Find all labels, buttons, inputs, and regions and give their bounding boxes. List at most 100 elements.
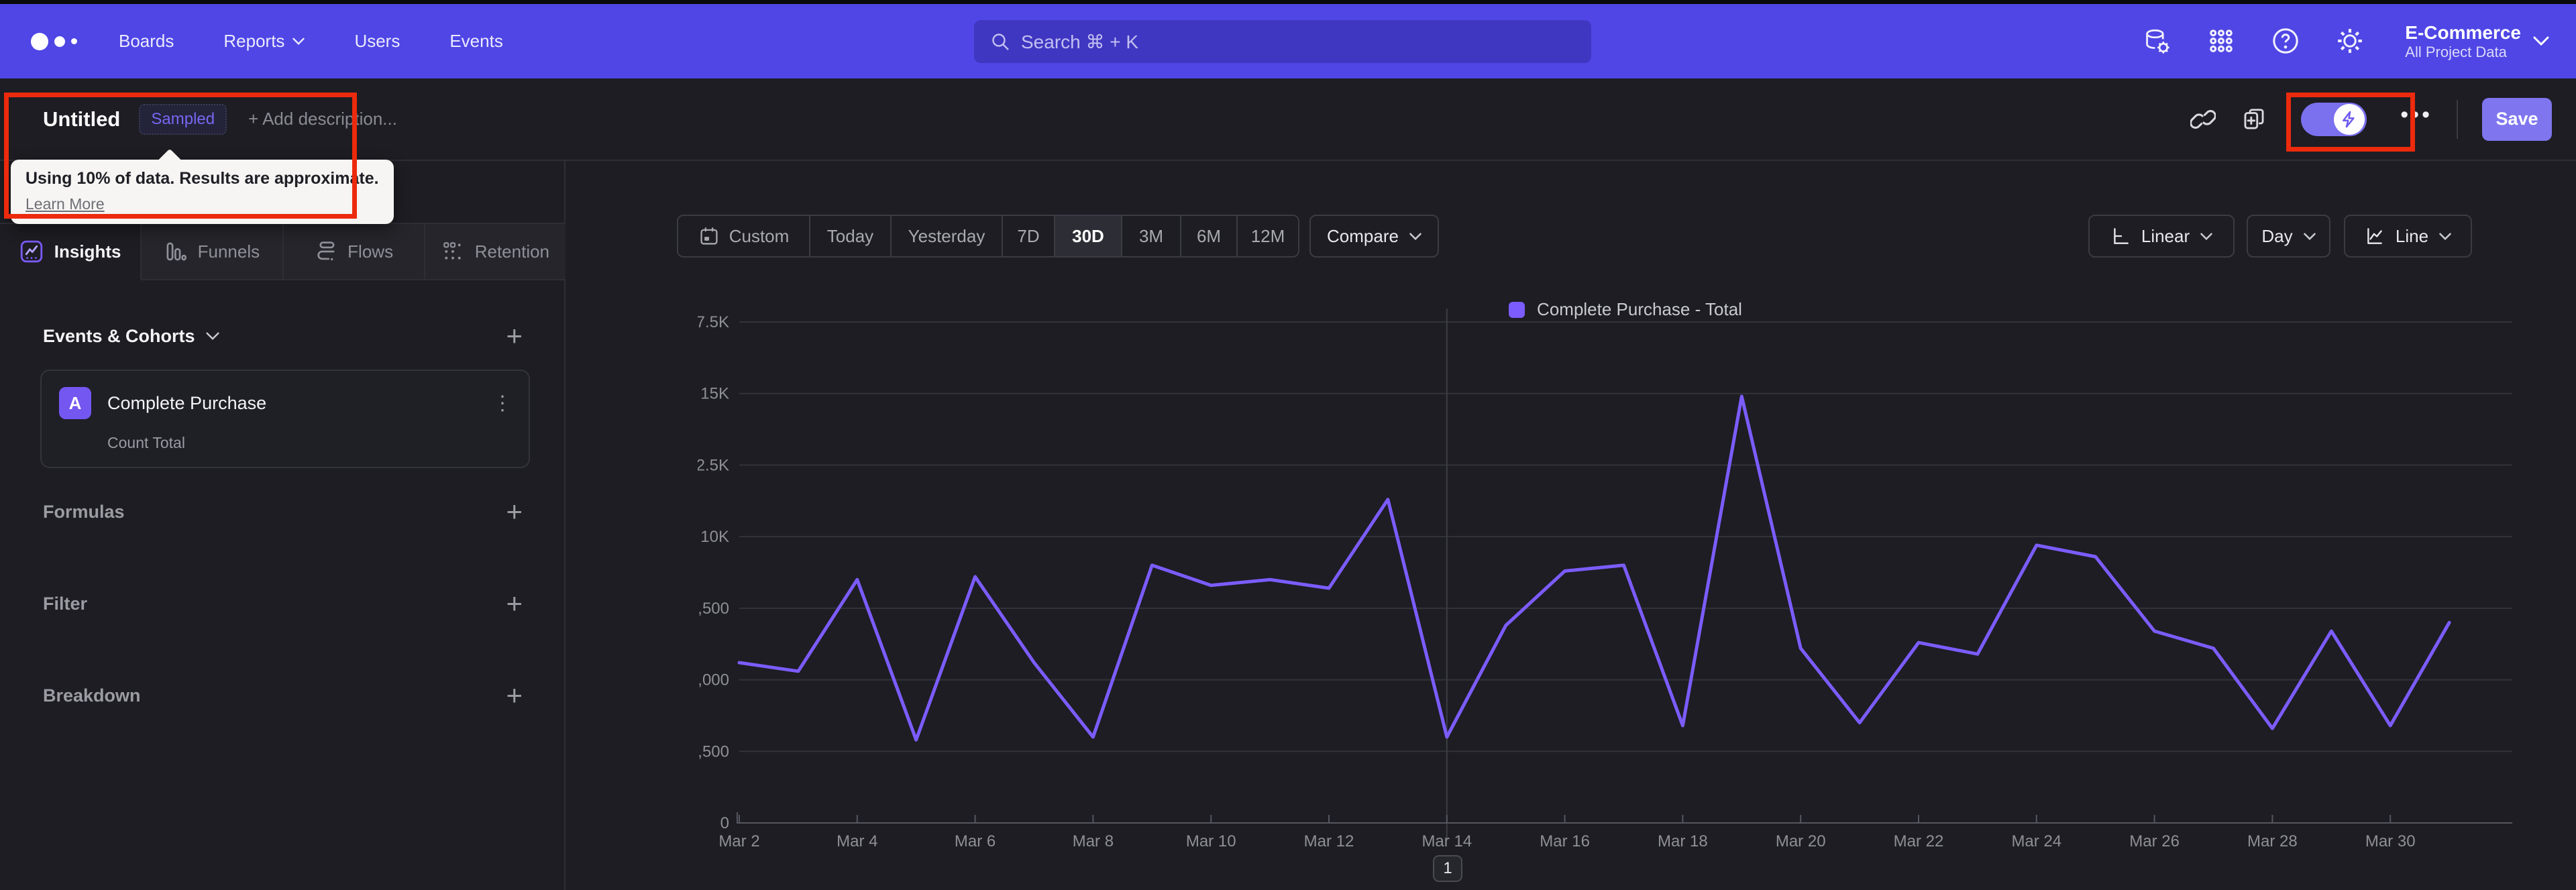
sampled-badge[interactable]: Sampled [139, 103, 227, 135]
project-name: E-Commerce [2405, 21, 2521, 43]
range-12m[interactable]: 12M [1238, 216, 1298, 256]
range-6m[interactable]: 6M [1181, 216, 1238, 256]
range-label: 12M [1250, 225, 1285, 246]
save-button[interactable]: Save [2482, 97, 2552, 141]
linear-scale-icon [2114, 228, 2129, 244]
x-axis-label: Mar 10 [1186, 832, 1236, 850]
range-yesterday[interactable]: Yesterday [892, 216, 1003, 256]
tab-label: Insights [54, 241, 121, 262]
range-label: 3M [1138, 225, 1164, 246]
pagination-page-1[interactable]: 1 [1433, 855, 1462, 882]
range-label: 30D [1072, 225, 1104, 246]
settings-gear-icon[interactable] [2335, 26, 2365, 56]
x-axis-label: Mar 6 [955, 832, 996, 850]
chevron-down-icon [2303, 232, 2316, 240]
event-name[interactable]: Complete Purchase [107, 393, 266, 414]
tab-flows[interactable]: Flows [283, 224, 425, 280]
range-3m[interactable]: 3M [1122, 216, 1181, 256]
tab-insights[interactable]: Insights [0, 224, 142, 280]
learn-more-link[interactable]: Learn More [25, 195, 105, 213]
nav-menu: Boards Reports Users Events [119, 31, 503, 52]
x-axis-label: Mar 24 [2011, 832, 2061, 850]
range-custom[interactable]: Custom [678, 216, 810, 256]
sampling-tooltip: Using 10% of data. Results are approxima… [11, 148, 394, 224]
y-axis-label: 2,500 [698, 742, 729, 761]
nav-item-boards[interactable]: Boards [119, 31, 174, 52]
query-sidebar: Insights Funnels Flows Retention Events & C… [0, 161, 566, 890]
chevron-down-icon [205, 332, 219, 340]
help-icon[interactable] [2271, 26, 2300, 56]
event-card[interactable]: A Complete Purchase ⋮ Count Total [40, 370, 530, 468]
range-label: 6M [1196, 225, 1222, 246]
add-to-board-icon[interactable] [2241, 106, 2267, 133]
tab-label: Funnels [197, 241, 260, 262]
x-axis-label: Mar 26 [2129, 832, 2180, 850]
events-cohorts-title[interactable]: Events & Cohorts [43, 326, 219, 347]
report-actions: ••• Save [2190, 97, 2552, 141]
flows-icon [317, 241, 335, 261]
add-breakdown-button[interactable]: + [506, 681, 523, 710]
range-today[interactable]: Today [810, 216, 892, 256]
range-30d[interactable]: 30D [1055, 216, 1122, 256]
event-kebab-menu[interactable]: ⋮ [492, 392, 513, 415]
tab-label: Flows [347, 241, 394, 262]
more-options-button[interactable]: ••• [2400, 103, 2432, 131]
section-formulas: Formulas + [43, 493, 523, 531]
add-filter-button[interactable]: + [506, 590, 523, 618]
nav-item-reports[interactable]: Reports [223, 31, 305, 52]
chart-type-label: Line [2395, 225, 2429, 246]
chevron-down-icon [292, 38, 305, 45]
insights-icon [20, 240, 42, 263]
range-label: Yesterday [908, 225, 985, 246]
search-input[interactable]: Search ⌘ + K [974, 20, 1591, 63]
chevron-down-icon [2439, 232, 2451, 240]
compare-button[interactable]: Compare [1309, 215, 1439, 258]
tab-retention[interactable]: Retention [425, 224, 566, 280]
section-filter: Filter + [43, 585, 523, 622]
scale-label: Linear [2141, 225, 2190, 246]
add-formulas-button[interactable]: + [506, 498, 523, 526]
copy-link-icon[interactable] [2190, 106, 2216, 133]
x-axis-label: Mar 16 [1540, 832, 1590, 850]
chevron-down-icon [2533, 36, 2549, 46]
chart-type-dropdown[interactable]: Line [2344, 215, 2472, 258]
interval-dropdown[interactable]: Day [2247, 215, 2330, 258]
nav-item-events[interactable]: Events [449, 31, 503, 52]
series-line[interactable] [737, 394, 2451, 742]
section-breakdown: Breakdown + [43, 677, 523, 714]
event-metric[interactable]: Count Total [107, 434, 513, 452]
chevron-down-icon [2200, 232, 2212, 240]
x-axis-label: Mar 14 [1421, 832, 1472, 850]
data-management-icon[interactable] [2142, 26, 2171, 56]
x-axis-label: Mar 4 [837, 832, 877, 850]
report-title[interactable]: Untitled [43, 107, 120, 131]
add-event-button[interactable]: + [506, 322, 523, 350]
search-icon [992, 34, 1009, 50]
add-description-button[interactable]: + Add description... [248, 109, 397, 129]
events-cohorts-header: Events & Cohorts + [43, 319, 523, 353]
x-axis-label: Mar 30 [2365, 832, 2416, 850]
y-axis-label: 12.5K [698, 456, 729, 474]
nav-item-label: Events [449, 31, 503, 51]
lightning-bolt-icon [2334, 103, 2365, 135]
scale-dropdown[interactable]: Linear [2088, 215, 2235, 258]
content-area: Insights Funnels Flows Retention Events & C… [0, 161, 2576, 890]
apps-grid-icon[interactable] [2206, 26, 2236, 56]
range-7d[interactable]: 7D [1003, 216, 1055, 256]
x-axis-label: Mar 22 [1894, 832, 1944, 850]
project-switcher[interactable]: E-Commerce All Project Data [2405, 22, 2549, 60]
chevron-down-icon [1409, 232, 1421, 240]
tab-funnels[interactable]: Funnels [142, 224, 284, 280]
top-nav: Boards Reports Users Events Search ⌘ + K [0, 4, 2576, 78]
section-label: Formulas [43, 501, 125, 522]
nav-item-label: Reports [223, 31, 285, 51]
interval-label: Day [2261, 225, 2293, 246]
x-axis-label: Mar 18 [1658, 832, 1708, 850]
line-chart[interactable]: 0 2,500 5,000 7,500 10K 12.5K 15K 17.5K Mar 2 Mar… [698, 295, 2549, 890]
x-axis-label: Mar 8 [1073, 832, 1114, 850]
nav-item-users[interactable]: Users [354, 31, 400, 52]
section-label: Breakdown [43, 685, 141, 706]
tooltip-message: Using 10% of data. Results are approxima… [25, 169, 379, 188]
calendar-icon [700, 227, 718, 245]
sampling-lightning-toggle[interactable] [2301, 102, 2367, 136]
